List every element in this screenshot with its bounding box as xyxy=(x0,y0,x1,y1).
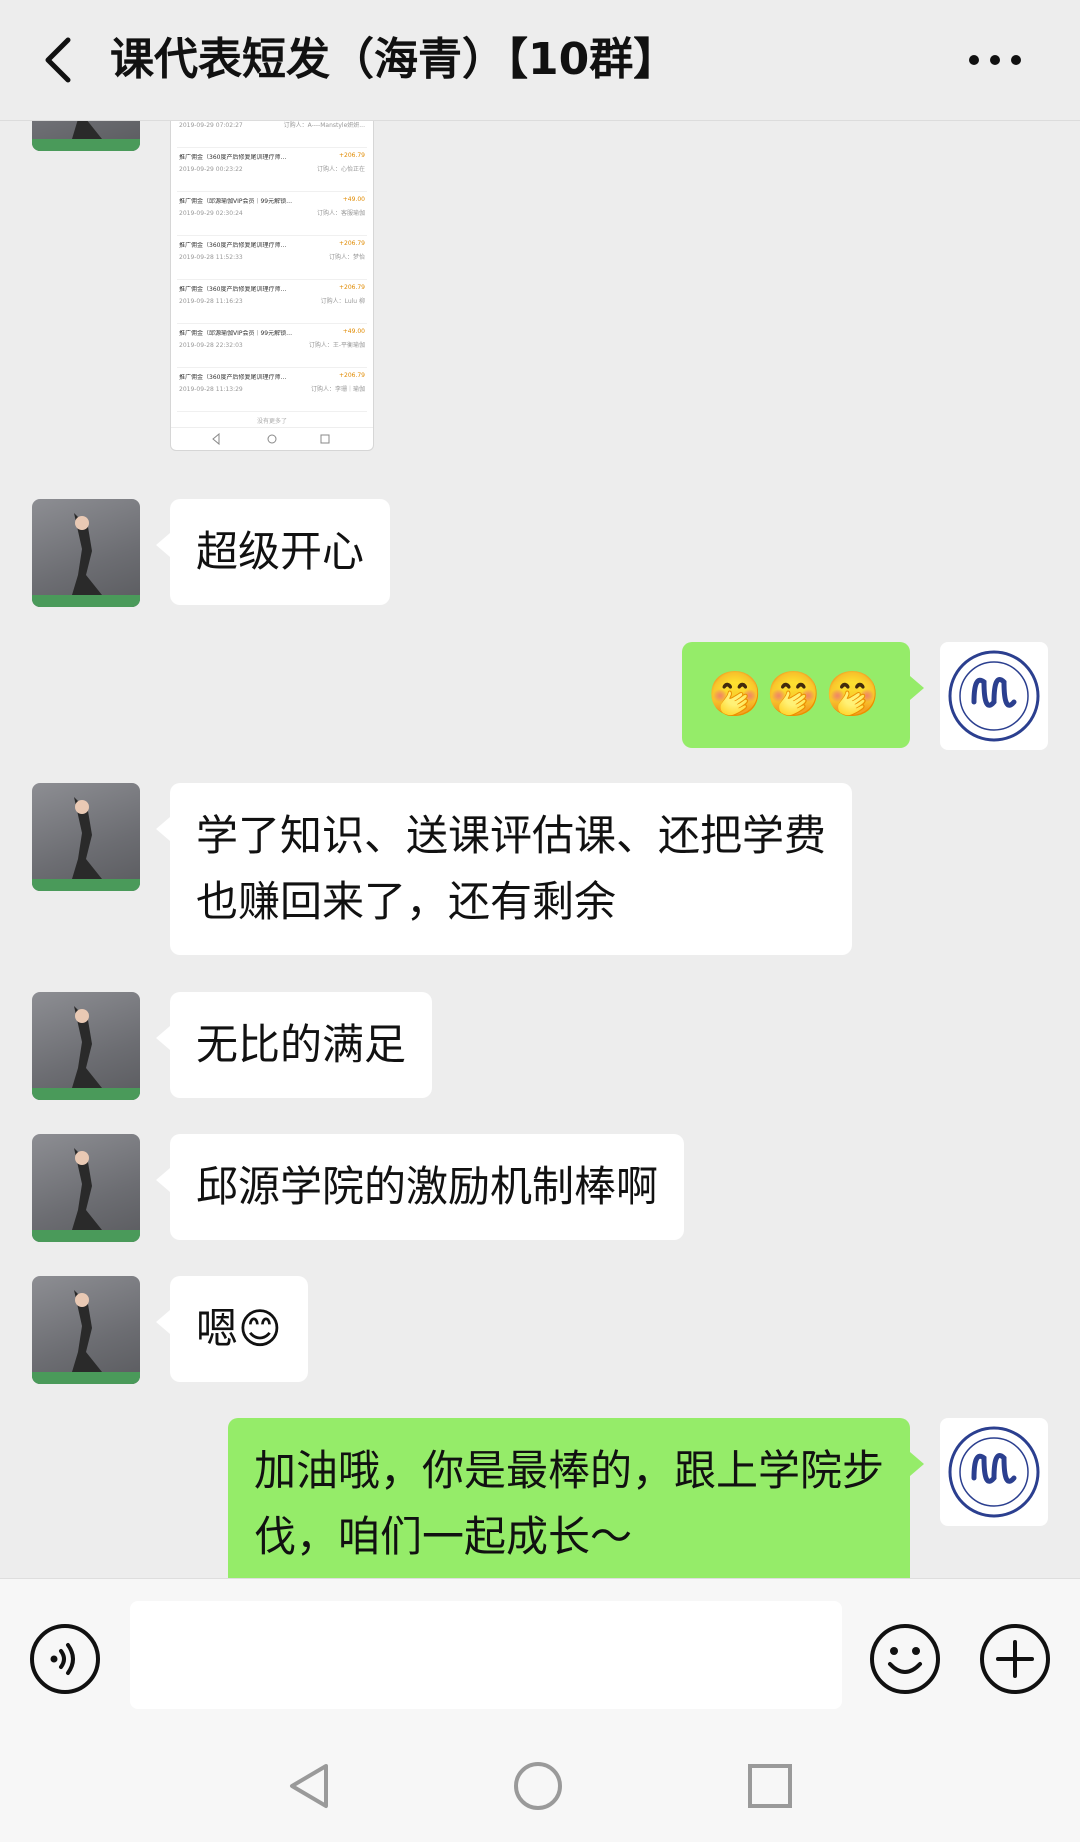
message-line: 学了知识、送课评估课、还把学费 xyxy=(196,811,827,860)
nav-recent-button[interactable] xyxy=(742,1758,798,1814)
academy-logo-icon xyxy=(948,1426,1040,1518)
image-row-payer: 订购人：梦怡 xyxy=(328,254,365,261)
image-row: 推广佣金（360度产后修复尾训理疗师… 2019-09-28 11:16:23 +2… xyxy=(177,280,367,324)
image-row-amount: +206.79 xyxy=(338,152,365,159)
message-line: 伐，咱们一起成长～ xyxy=(253,1512,632,1561)
plus-icon xyxy=(980,1624,1050,1694)
image-row-payer: 订购人：王-平衡瑜伽 xyxy=(308,342,365,349)
image-row-title: 推广佣金（邱源瑜伽VIP会员｜99元解锁… xyxy=(179,330,293,337)
image-row: 推广佣金（邱源瑜伽VIP会员｜99元解锁… 2019-09-29 02:30:24… xyxy=(177,192,367,236)
image-row-amount: +206.79 xyxy=(338,372,365,379)
image-row-payer: 订购人：Lulu 柳 xyxy=(320,298,365,305)
image-row-title: 推广佣金（360度产后修复尾训理疗师… xyxy=(179,374,287,381)
image-row-amount: +49.00 xyxy=(342,196,365,203)
academy-logo-icon xyxy=(948,650,1040,742)
image-row-date: 2019-09-28 11:52:33 xyxy=(179,254,243,261)
image-row: 推广佣金（360度产后修复尾训理疗师… 2019-09-28 11:13:29 +2… xyxy=(177,368,367,412)
message-line: 也赚回来了，还有剩余 xyxy=(196,877,617,926)
nav-back-button[interactable] xyxy=(282,1758,338,1814)
image-row-payer: 订购人：李珊｜瑜伽 xyxy=(310,386,365,393)
avatar-sender[interactable] xyxy=(32,121,140,151)
triangle-back-icon xyxy=(290,1764,328,1808)
image-row: 推广佣金（360度产后修复尾训理疗师… 2019-09-28 11:52:33 +2… xyxy=(177,236,367,280)
avatar-sender[interactable] xyxy=(32,1134,140,1242)
message-line: 加油哦，你是最棒的，跟上学院步 xyxy=(253,1446,884,1495)
system-nav-bar xyxy=(0,1728,1080,1842)
avatar-photo-icon xyxy=(32,121,140,151)
image-row-payer: 订购人：心怡正在 xyxy=(316,166,365,173)
voice-icon xyxy=(30,1624,100,1694)
image-row-payer: 订购人：A----Manstyle妍妍... xyxy=(283,122,365,129)
image-row-title: 推广佣金（360度产后修复尾训理疗师… xyxy=(179,242,287,249)
image-row-date: 2019-09-28 22:32:03 xyxy=(179,342,243,349)
emoji-icon xyxy=(870,1624,940,1694)
more-button[interactable] xyxy=(960,30,1030,90)
avatar-photo-icon xyxy=(32,1148,140,1242)
image-row-date: 2019-09-28 11:16:23 xyxy=(179,298,243,305)
message-bubble-incoming[interactable]: 学了知识、送课评估课、还把学费 也赚回来了，还有剩余 xyxy=(155,783,853,955)
emoji-button[interactable] xyxy=(868,1622,942,1696)
avatar-photo-icon xyxy=(32,1006,140,1100)
avatar-sender[interactable] xyxy=(32,783,140,891)
image-row-date: 2019-09-28 11:13:29 xyxy=(179,386,243,393)
chat-message-list[interactable]: 推广佣金（360度产后修复尾训理疗师… 2019-09-29 07:02:27 +2… xyxy=(0,121,1080,1578)
avatar-photo-icon xyxy=(32,797,140,891)
message-bubble-incoming[interactable]: 超级开心 xyxy=(155,499,391,605)
image-message-screenshot[interactable]: 推广佣金（360度产后修复尾训理疗师… 2019-09-29 07:02:27 +2… xyxy=(170,121,374,451)
chat-title: 课代表短发（海青）【10群】 xyxy=(110,34,678,85)
square-recent-icon xyxy=(748,1764,792,1808)
image-end-text: 没有更多了 xyxy=(256,418,287,425)
circle-home-icon xyxy=(514,1762,562,1810)
avatar-photo-icon xyxy=(32,1290,140,1384)
avatar-sender[interactable] xyxy=(32,1276,140,1384)
emoji-text: 🤭🤭🤭 xyxy=(707,669,884,720)
message-bubble-outgoing[interactable]: 🤭🤭🤭 xyxy=(681,642,925,748)
voice-button[interactable] xyxy=(28,1622,102,1696)
image-row-payer: 订购人：客服瑜伽 xyxy=(316,210,365,217)
avatar-sender[interactable] xyxy=(32,499,140,607)
image-row-title: 推广佣金（邱源瑜伽VIP会员｜99元解锁… xyxy=(179,198,293,205)
image-row-amount: +206.79 xyxy=(338,284,365,291)
message-input[interactable] xyxy=(130,1601,842,1709)
image-row: 推广佣金（360度产后修复尾训理疗师…2019-09-29 07:02:27+2… xyxy=(177,121,367,148)
message-bubble-incoming[interactable]: 邱源学院的激励机制棒啊 xyxy=(155,1134,685,1240)
image-row: 推广佣金（360度产后修复尾训理疗师… 2019-09-29 00:23:22 +2… xyxy=(177,148,367,192)
image-row-amount: +49.00 xyxy=(342,328,365,335)
image-row-date: 2019-09-29 07:02:27 xyxy=(179,122,243,129)
message-bubble-incoming[interactable]: 嗯😊 xyxy=(156,1276,308,1382)
image-nav-bar xyxy=(171,427,373,450)
message-bubble-incoming[interactable]: 无比的满足 xyxy=(155,992,433,1098)
image-row-date: 2019-09-29 02:30:24 xyxy=(179,210,243,217)
avatar-photo-icon xyxy=(32,513,140,607)
avatar-sender[interactable] xyxy=(32,992,140,1100)
input-bar xyxy=(0,1578,1080,1729)
chevron-left-icon xyxy=(45,37,71,83)
more-dots-icon xyxy=(969,55,1021,65)
message-bubble-outgoing[interactable]: 加油哦，你是最棒的，跟上学院步 伐，咱们一起成长～ xyxy=(227,1418,925,1578)
chat-header: 课代表短发（海青）【10群】 xyxy=(0,0,1080,121)
avatar-self[interactable] xyxy=(940,1418,1048,1526)
image-row: 推广佣金（邱源瑜伽VIP会员｜99元解锁… 2019-09-28 22:32:03… xyxy=(177,324,367,368)
image-row-title: 推广佣金（360度产后修复尾训理疗师… xyxy=(179,286,287,293)
back-button[interactable] xyxy=(32,30,88,90)
image-row-title: 推广佣金（360度产后修复尾训理疗师… xyxy=(179,154,287,161)
nav-home-button[interactable] xyxy=(510,1758,566,1814)
avatar-self[interactable] xyxy=(940,642,1048,750)
image-row-amount: +206.79 xyxy=(338,240,365,247)
image-row-date: 2019-09-29 00:23:22 xyxy=(179,166,243,173)
plus-button[interactable] xyxy=(978,1622,1052,1696)
